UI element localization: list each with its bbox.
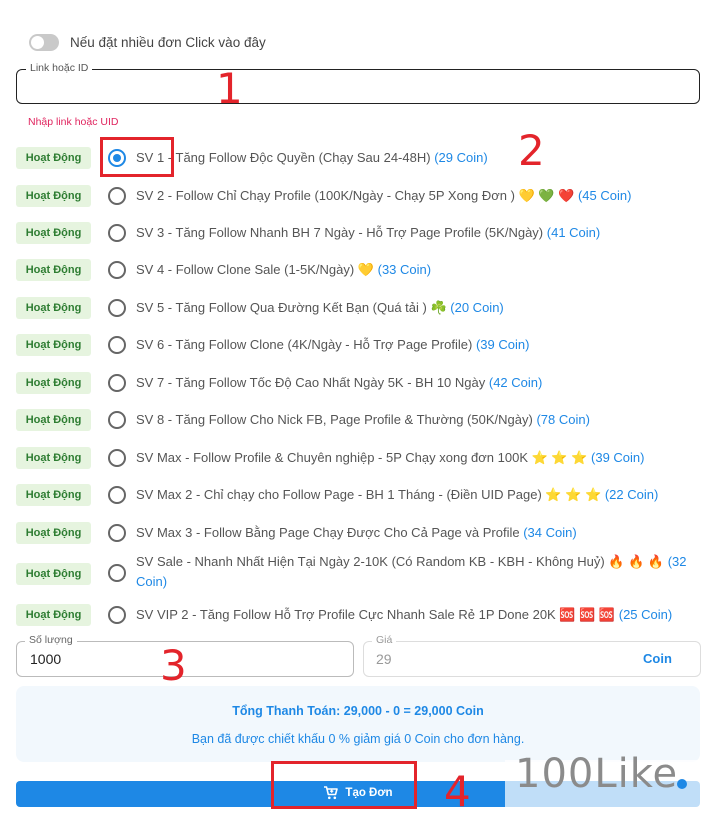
service-radio[interactable] — [108, 486, 126, 504]
link-input-hint: Nhập link hoặc UID — [28, 116, 119, 128]
service-radio[interactable] — [108, 411, 126, 429]
service-name: SV 7 - Tăng Follow Tốc Độ Cao Nhất Ngày … — [136, 375, 486, 390]
service-name: SV Sale - Nhanh Nhất Hiện Tại Ngày 2-10K… — [136, 554, 665, 569]
service-label: SV 7 - Tăng Follow Tốc Độ Cao Nhất Ngày … — [136, 373, 696, 393]
service-name: SV 6 - Tăng Follow Clone (4K/Ngày - Hỗ T… — [136, 337, 473, 352]
status-badge: Hoạt Động — [16, 185, 91, 207]
annotation-box-order-button — [271, 761, 417, 809]
service-radio[interactable] — [108, 564, 126, 582]
service-name: SV 3 - Tăng Follow Nhanh BH 7 Ngày - Hỗ … — [136, 225, 544, 240]
annotation-number-4: 4 — [444, 767, 471, 816]
service-radio[interactable] — [108, 187, 126, 205]
service-price: (22 Coin) — [604, 487, 659, 502]
service-price: (42 Coin) — [488, 375, 543, 390]
summary-total: Tổng Thanh Toán: 29,000 - 0 = 29,000 Coi… — [232, 704, 484, 718]
service-price: (29 Coin) — [434, 150, 488, 165]
status-badge: Hoạt Động — [16, 522, 91, 544]
price-value: 29 — [376, 651, 392, 667]
status-badge: Hoạt Động — [16, 334, 91, 356]
service-radio[interactable] — [108, 336, 126, 354]
service-label: SV Sale - Nhanh Nhất Hiện Tại Ngày 2-10K… — [136, 552, 696, 592]
service-name: SV 5 - Tăng Follow Qua Đường Kết Bạn (Qu… — [136, 300, 447, 315]
annotation-number-3: 3 — [160, 641, 187, 690]
status-badge: Hoạt Động — [16, 563, 91, 585]
annotation-number-2: 2 — [518, 126, 545, 175]
service-radio[interactable] — [108, 524, 126, 542]
price-label: Giá — [372, 634, 397, 646]
service-price: (41 Coin) — [546, 225, 601, 240]
service-radio[interactable] — [108, 449, 126, 467]
link-input[interactable] — [16, 69, 700, 104]
service-radio[interactable] — [108, 374, 126, 392]
service-label: SV 4 - Follow Clone Sale (1-5K/Ngày) 💛 (… — [136, 260, 696, 280]
watermark-dot — [677, 779, 687, 789]
service-label: SV Max 3 - Follow Bằng Page Chạy Được Ch… — [136, 523, 696, 543]
service-name: SV 8 - Tăng Follow Cho Nick FB, Page Pro… — [136, 412, 533, 427]
service-price: (78 Coin) — [536, 412, 590, 427]
service-name: SV VIP 2 - Tăng Follow Hỗ Trợ Profile Cự… — [136, 607, 616, 622]
status-badge: Hoạt Động — [16, 484, 91, 506]
service-price: (25 Coin) — [618, 607, 673, 622]
service-label: SV 3 - Tăng Follow Nhanh BH 7 Ngày - Hỗ … — [136, 223, 696, 243]
status-badge: Hoạt Động — [16, 447, 91, 469]
service-price: (34 Coin) — [523, 525, 577, 540]
service-price: (20 Coin) — [450, 300, 504, 315]
service-name: SV 1 - Tăng Follow Độc Quyền (Chạy Sau 2… — [136, 150, 431, 165]
service-name: SV Max 3 - Follow Bằng Page Chạy Được Ch… — [136, 525, 520, 540]
watermark-logo: 100Like — [515, 751, 679, 797]
status-badge: Hoạt Động — [16, 222, 91, 244]
multi-order-toggle-label: Nếu đặt nhiều đơn Click vào đây — [70, 35, 266, 50]
quantity-label: Số lượng — [25, 634, 77, 646]
annotation-box-service — [100, 137, 174, 177]
service-price: (33 Coin) — [377, 262, 432, 277]
service-label: SV 5 - Tăng Follow Qua Đường Kết Bạn (Qu… — [136, 298, 696, 318]
status-badge: Hoạt Động — [16, 372, 91, 394]
status-badge: Hoạt Động — [16, 297, 91, 319]
service-radio[interactable] — [108, 224, 126, 242]
service-name: SV 4 - Follow Clone Sale (1-5K/Ngày) 💛 — [136, 262, 374, 277]
toggle-knob — [31, 36, 44, 49]
price-unit: Coin — [643, 651, 672, 666]
service-label: SV VIP 2 - Tăng Follow Hỗ Trợ Profile Cự… — [136, 605, 696, 625]
status-badge: Hoạt Động — [16, 259, 91, 281]
service-label: SV 6 - Tăng Follow Clone (4K/Ngày - Hỗ T… — [136, 335, 696, 355]
summary-discount: Bạn đã được chiết khấu 0 % giảm giá 0 Co… — [191, 732, 525, 746]
service-price: (45 Coin) — [577, 188, 632, 203]
service-radio[interactable] — [108, 606, 126, 624]
service-price: (39 Coin) — [591, 450, 645, 465]
service-radio[interactable] — [108, 299, 126, 317]
service-label: SV 2 - Follow Chỉ Chạy Profile (100K/Ngà… — [136, 186, 696, 206]
link-input-label: Link hoặc ID — [26, 62, 93, 74]
status-badge: Hoạt Động — [16, 147, 91, 169]
quantity-value: 1000 — [30, 651, 62, 667]
service-label: SV Max - Follow Profile & Chuyên nghiệp … — [136, 448, 696, 468]
service-price: (39 Coin) — [475, 337, 530, 352]
service-label: SV 1 - Tăng Follow Độc Quyền (Chạy Sau 2… — [136, 148, 696, 168]
service-name: SV 2 - Follow Chỉ Chạy Profile (100K/Ngà… — [136, 188, 575, 203]
service-name: SV Max - Follow Profile & Chuyên nghiệp … — [136, 450, 588, 465]
annotation-number-1: 1 — [216, 64, 243, 113]
multi-order-toggle[interactable] — [29, 34, 59, 51]
service-label: SV 8 - Tăng Follow Cho Nick FB, Page Pro… — [136, 410, 696, 430]
status-badge: Hoạt Động — [16, 409, 91, 431]
service-label: SV Max 2 - Chỉ chạy cho Follow Page - BH… — [136, 485, 696, 505]
service-name: SV Max 2 - Chỉ chạy cho Follow Page - BH… — [136, 487, 602, 502]
status-badge: Hoạt Động — [16, 604, 91, 626]
service-radio[interactable] — [108, 261, 126, 279]
